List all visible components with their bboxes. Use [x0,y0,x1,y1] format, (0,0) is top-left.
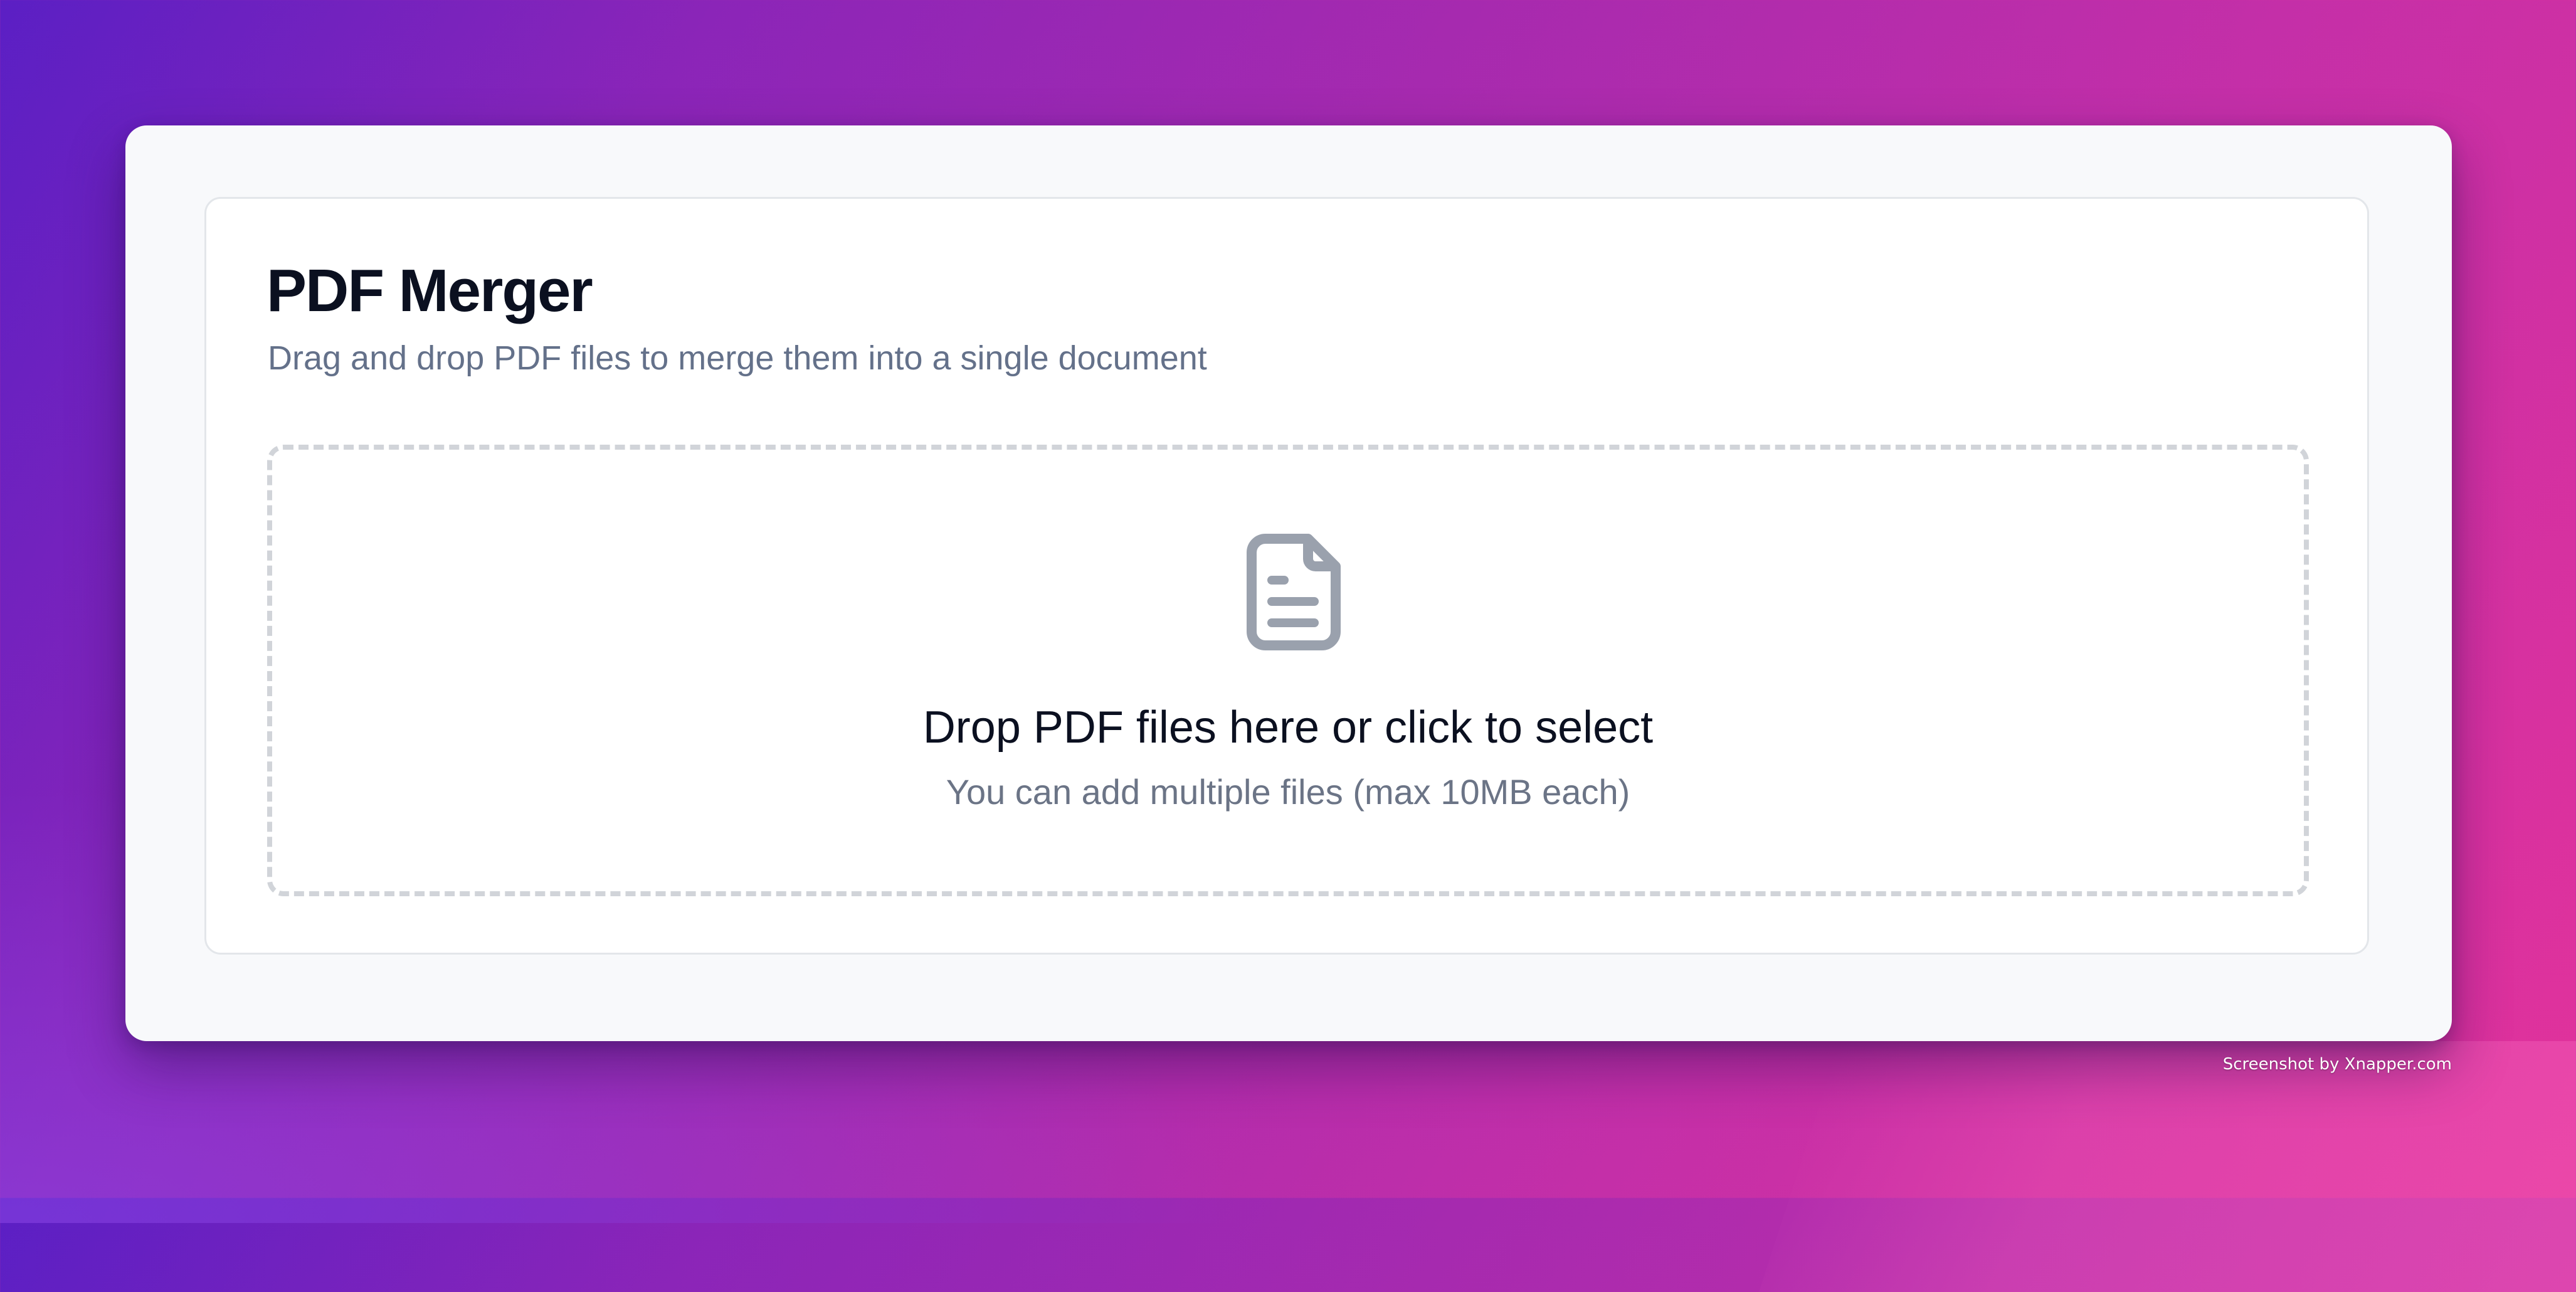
watermark-text: Screenshot by Xnapper.com [2222,1055,2452,1074]
file-text-icon [1247,534,1341,650]
background-shine [1759,1041,2576,1292]
page-title: PDF Merger [267,257,593,324]
dropzone-title: Drop PDF files here or click to select [922,702,1654,753]
app-window: PDF Merger Drag and drop PDF files to me… [125,125,2452,1041]
merger-card: PDF Merger Drag and drop PDF files to me… [204,197,2369,955]
dropzone-hint: You can add multiple files (max 10MB eac… [946,772,1630,812]
file-dropzone[interactable]: Drop PDF files here or click to select Y… [267,445,2309,896]
page-subtitle: Drag and drop PDF files to merge them in… [268,339,1207,377]
